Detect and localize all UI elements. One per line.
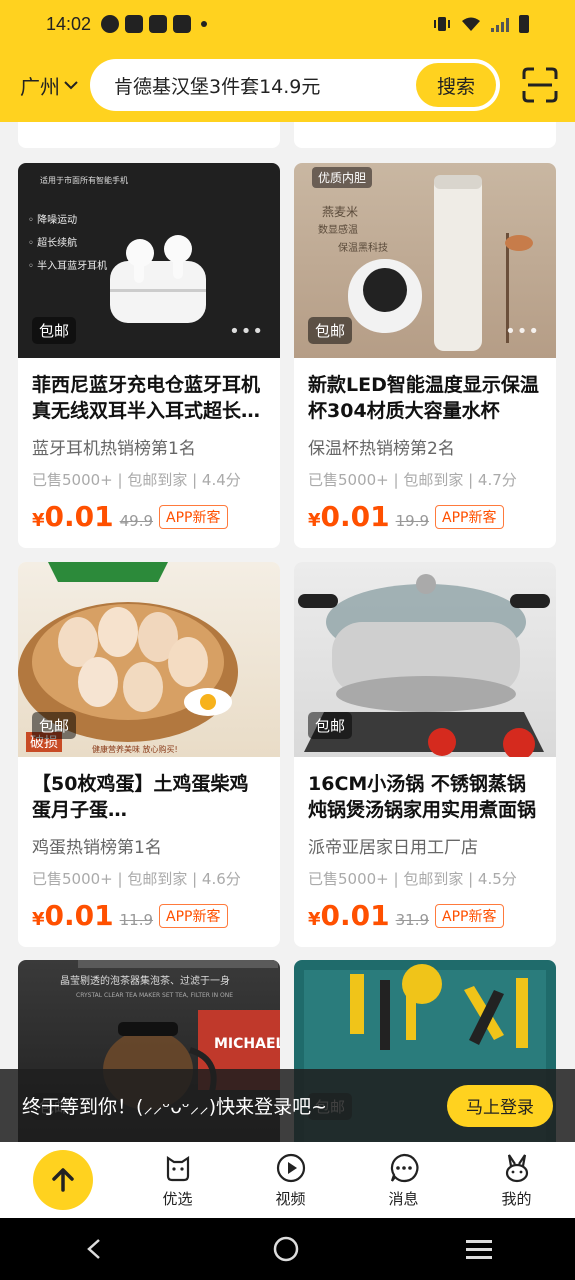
login-prompt-bar: 终于等到你！(⸝⸝ᵕᴗᵕ⸝⸝)快来登录吧~ 马上登录: [0, 1069, 575, 1142]
product-card-partial[interactable]: [294, 122, 556, 148]
product-title[interactable]: 菲西尼蓝牙充电仓蓝牙耳机真无线双耳半入耳式超长续航: [32, 372, 266, 424]
mail-icon: [149, 15, 168, 33]
product-price: ¥0.01: [32, 899, 114, 932]
new-user-badge: APP新客: [435, 505, 504, 529]
more-icon[interactable]: •••: [505, 321, 540, 342]
product-image[interactable]: 包邮: [294, 562, 556, 757]
wifi-icon: [462, 17, 480, 31]
original-price: 11.9: [119, 911, 154, 929]
product-card-partial[interactable]: [18, 122, 280, 148]
product-rank: 鸡蛋热销榜第1名: [32, 838, 162, 858]
image-caption: 健康营养美味 放心购买!: [92, 745, 178, 754]
image-caption: 晶莹剔透的泡茶器集泡茶、过滤于一身: [60, 976, 230, 987]
login-prompt-text: 终于等到你！(⸝⸝ᵕᴗᵕ⸝⸝)快来登录吧~: [22, 1096, 328, 1118]
profile-bunny-icon: [505, 1153, 528, 1182]
product-rank: 蓝牙耳机热销榜第1名: [32, 439, 196, 459]
product-image[interactable]: 适用于市面所有智能手机 ◦ 降噪运动 ◦ 超长续航 ◦ 半入耳蓝牙耳机 包邮 •…: [18, 163, 280, 358]
image-caption: 保温黑科技: [338, 243, 388, 254]
tab-messages-label: 消息: [388, 1189, 419, 1208]
vibrate-icon: [434, 17, 450, 31]
bottom-tab-bar: 优选 视频 消息 我的: [0, 1142, 575, 1218]
tab-profile[interactable]: 我的: [460, 1152, 573, 1209]
notification-icon: [101, 15, 120, 33]
tab-messages[interactable]: 消息: [347, 1152, 460, 1209]
product-feed[interactable]: 适用于市面所有智能手机 ◦ 降噪运动 ◦ 超长续航 ◦ 半入耳蓝牙耳机 包邮 •…: [0, 122, 575, 1142]
new-user-badge: APP新客: [159, 904, 228, 928]
menu-icon[interactable]: [466, 1237, 493, 1261]
product-image[interactable]: 优质内胆 燕麦米 数显感温 保温黑科技 包邮 •••: [294, 163, 556, 358]
product-title[interactable]: 新款LED智能温度显示保温杯304材质大容量水杯: [308, 372, 542, 424]
product-price: ¥0.01: [308, 500, 390, 533]
login-button[interactable]: 马上登录: [447, 1084, 553, 1127]
product-card[interactable]: 适用于市面所有智能手机 ◦ 降噪运动 ◦ 超长续航 ◦ 半入耳蓝牙耳机 包邮 •…: [18, 163, 280, 548]
arrow-up-icon: [52, 1168, 74, 1192]
back-to-top-button[interactable]: [33, 1150, 93, 1210]
product-price: ¥0.01: [308, 899, 390, 932]
product-sales-info: 已售5000+ | 包邮到家 | 4.6分: [32, 870, 241, 888]
tab-profile-label: 我的: [501, 1189, 532, 1208]
product-sales-info: 已售5000+ | 包邮到家 | 4.4分: [32, 471, 241, 489]
signal-icon: [491, 16, 509, 32]
product-card[interactable]: 破损 健康营养美味 放心购买! 包邮 【50枚鸡蛋】土鸡蛋柴鸡蛋月子蛋40/30…: [18, 562, 280, 947]
featured-icon: [166, 1155, 189, 1181]
play-icon: [276, 1153, 305, 1182]
scan-icon[interactable]: [522, 67, 558, 103]
more-notifications-icon: [201, 21, 208, 27]
free-shipping-tag: 包邮: [308, 317, 353, 344]
top-header: 广州 肯德基汉堡3件套14.9元 搜索: [0, 48, 575, 122]
product-sales-info: 已售5000+ | 包邮到家 | 4.5分: [308, 870, 517, 888]
original-price: 49.9: [119, 512, 154, 530]
new-user-badge: APP新客: [435, 904, 504, 928]
original-price: 19.9: [395, 512, 430, 530]
free-shipping-tag: 包邮: [32, 712, 77, 739]
product-rank: 保温杯热销榜第2名: [308, 439, 455, 459]
tab-featured[interactable]: 优选: [121, 1152, 234, 1209]
tab-video[interactable]: 视频: [234, 1152, 347, 1209]
back-icon[interactable]: [83, 1237, 107, 1261]
free-shipping-tag: 包邮: [308, 712, 353, 739]
city-selector[interactable]: 广州: [20, 71, 90, 100]
tab-featured-label: 优选: [162, 1189, 193, 1208]
chat-bubble-icon: [390, 1153, 418, 1182]
store-name: 派帝亚居家日用工厂店: [308, 838, 478, 858]
product-card[interactable]: 包邮 16CM小汤锅 不锈钢蒸锅炖锅煲汤锅家用实用煮面锅 派帝亚居家日用工厂店 …: [294, 562, 556, 947]
product-sales-info: 已售5000+ | 包邮到家 | 4.7分: [308, 471, 517, 489]
chevron-down-icon: [64, 81, 78, 90]
mail-icon: [173, 15, 192, 33]
product-card[interactable]: 优质内胆 燕麦米 数显感温 保温黑科技 包邮 ••• 新款LED智能温度显示保温…: [294, 163, 556, 548]
image-caption: 燕麦米: [322, 205, 359, 219]
free-shipping-tag: 包邮: [32, 317, 77, 344]
home-icon[interactable]: [272, 1235, 300, 1263]
original-price: 31.9: [395, 911, 430, 929]
tab-video-label: 视频: [275, 1189, 306, 1208]
mail-icon: [125, 15, 144, 33]
search-button[interactable]: 搜索: [416, 63, 496, 107]
system-nav-bar: [0, 1218, 575, 1280]
search-box[interactable]: 肯德基汉堡3件套14.9元 搜索: [90, 59, 500, 111]
product-title[interactable]: 【50枚鸡蛋】土鸡蛋柴鸡蛋月子蛋40/30/20/12/10/枚: [32, 771, 266, 823]
image-caption: CRYSTAL CLEAR TEA MAKER SET TEA, FILTER …: [76, 992, 234, 999]
new-user-badge: APP新客: [159, 505, 228, 529]
image-caption: 适用于市面所有智能手机: [40, 176, 128, 185]
status-bar: 14:02: [0, 0, 575, 48]
battery-icon: [519, 15, 529, 33]
search-input[interactable]: 肯德基汉堡3件套14.9元: [114, 72, 416, 99]
city-label: 广州: [20, 74, 60, 99]
image-feature-list: ◦ 降噪运动 ◦ 超长续航 ◦ 半入耳蓝牙耳机: [28, 215, 108, 272]
product-title[interactable]: 16CM小汤锅 不锈钢蒸锅炖锅煲汤锅家用实用煮面锅: [308, 771, 542, 823]
more-icon[interactable]: •••: [229, 321, 264, 342]
product-image[interactable]: 破损 健康营养美味 放心购买! 包邮: [18, 562, 280, 757]
image-caption: 数显感温: [318, 225, 358, 236]
clock: 14:02: [46, 13, 92, 34]
image-caption: 优质内胆: [312, 167, 373, 188]
image-caption: MICHAEL JA: [214, 1036, 280, 1052]
product-price: ¥0.01: [32, 500, 114, 533]
